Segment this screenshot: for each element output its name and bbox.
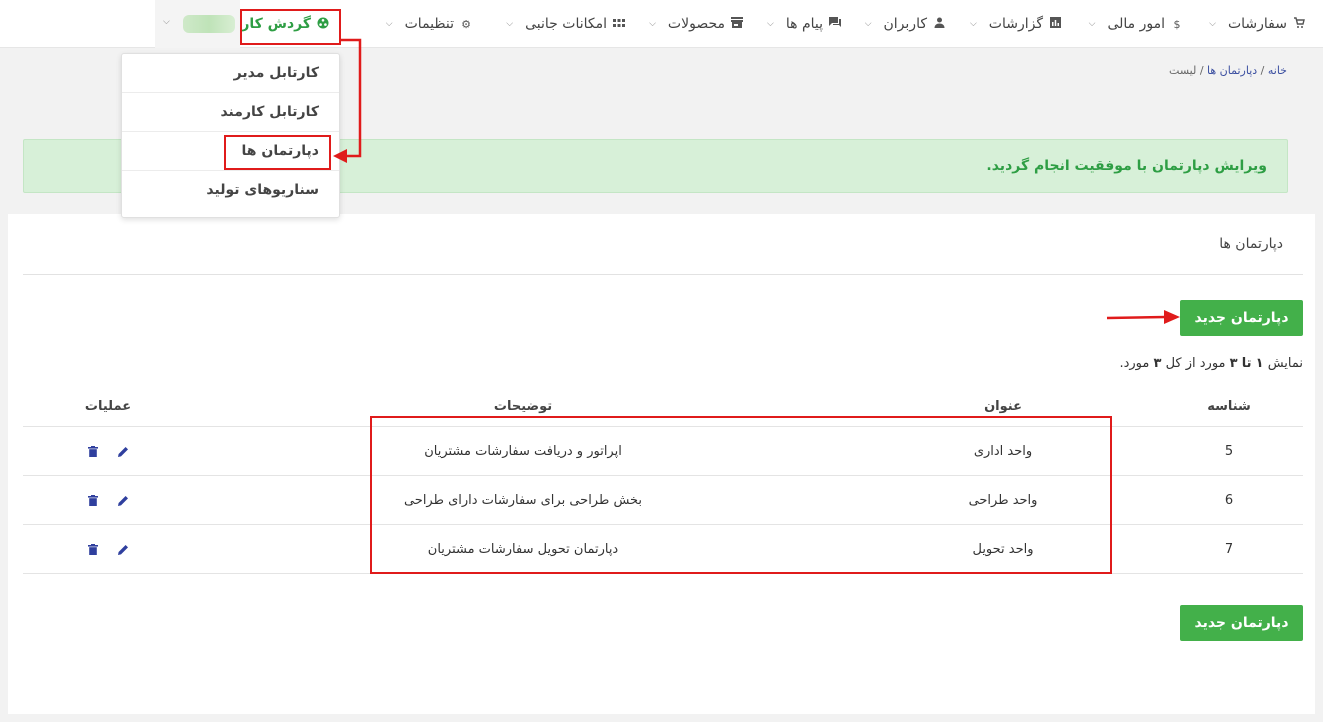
breadcrumb: خانه / دپارتمان ها / لیست: [1169, 64, 1287, 77]
cell-operations: [63, 525, 153, 573]
dropdown-item-manager-inbox[interactable]: کارتابل مدیر: [122, 54, 339, 93]
summary-prefix: نمایش: [1267, 356, 1303, 371]
new-department-button-bottom[interactable]: دپارتمان جدید: [1180, 605, 1303, 641]
user-menu[interactable]: ⌵: [155, 0, 240, 48]
chevron-down-icon: ⌵: [1209, 19, 1216, 29]
gear-icon: ⚙: [461, 17, 471, 31]
store-icon: [731, 17, 743, 31]
nav-item-label: امکانات جانبی: [525, 16, 607, 32]
cart-icon: [1293, 16, 1305, 32]
nav-item-label: تنظیمات: [404, 16, 454, 32]
summary-from: ۱: [1255, 356, 1264, 371]
top-navbar: سفارشات ⌵ $ امور مالی ⌵ گزارشات ⌵ کاربرا…: [0, 0, 1323, 48]
edit-icon[interactable]: [116, 493, 130, 507]
cell-id: 5: [1224, 443, 1234, 459]
summary-total: ۳: [1153, 356, 1162, 371]
nav-item-label: سفارشات: [1227, 16, 1287, 32]
success-alert-message: ویرایش دپارتمان با موفقیت انجام گردید.: [986, 158, 1267, 174]
nav-item-label: گزارشات: [988, 16, 1043, 32]
nav-item-label: کاربران: [883, 16, 927, 32]
summary-suffix: مورد.: [1119, 356, 1150, 371]
chevron-down-icon: ⌵: [1088, 19, 1096, 29]
summary-to-word: تا: [1241, 356, 1252, 371]
cell-operations: [63, 476, 153, 524]
edit-icon[interactable]: [116, 542, 130, 556]
annotation-highlight-workflow: [240, 9, 341, 45]
nav-item-extras[interactable]: امکانات جانبی ⌵: [506, 0, 625, 48]
nav-item-label: امور مالی: [1107, 16, 1165, 32]
card-divider: [23, 274, 1303, 275]
card-title: دپارتمان ها: [1219, 236, 1283, 252]
delete-icon[interactable]: [86, 542, 100, 556]
delete-icon[interactable]: [86, 444, 100, 458]
dropdown-item-production-scenarios[interactable]: سناریوهای تولید: [122, 171, 339, 210]
header-id: شناسه: [1207, 398, 1251, 414]
dropdown-item-employee-inbox[interactable]: کارتابل کارمند: [122, 93, 339, 132]
chevron-down-icon: ⌵: [649, 19, 656, 29]
username-blurred: [183, 15, 235, 33]
cell-id: 6: [1224, 492, 1234, 508]
user-icon: [933, 17, 945, 31]
annotation-highlight-table: [370, 416, 1112, 574]
chevron-down-icon: ⌵: [767, 19, 774, 29]
chevron-down-icon: ⌵: [864, 19, 872, 29]
nav-item-label: پیام ها: [785, 16, 823, 32]
breadcrumb-departments[interactable]: دپارتمان ها: [1207, 64, 1257, 77]
new-department-button-top[interactable]: دپارتمان جدید: [1180, 300, 1303, 336]
header-operations: عملیات: [84, 398, 132, 414]
nav-item-orders[interactable]: سفارشات ⌵: [1209, 0, 1305, 48]
nav-item-reports[interactable]: گزارشات ⌵: [970, 0, 1061, 48]
nav-item-products[interactable]: محصولات ⌵: [649, 0, 743, 48]
chevron-down-icon: ⌵: [163, 17, 170, 27]
nav-item-finance[interactable]: $ امور مالی ⌵: [1089, 0, 1183, 48]
nav-item-users[interactable]: کاربران ⌵: [865, 0, 945, 48]
delete-icon[interactable]: [86, 493, 100, 507]
dollar-icon: $: [1173, 17, 1181, 31]
breadcrumb-separator: /: [1260, 64, 1265, 77]
cell-operations: [63, 427, 153, 475]
nav-item-messages[interactable]: پیام ها ⌵: [767, 0, 841, 48]
breadcrumb-home[interactable]: خانه: [1268, 64, 1287, 77]
grid-icon: [613, 18, 625, 31]
summary-to: ۳: [1229, 356, 1238, 371]
edit-icon[interactable]: [116, 444, 130, 458]
chart-icon: [1049, 17, 1061, 31]
chevron-down-icon: ⌵: [506, 19, 514, 29]
message-icon: [829, 17, 841, 31]
nav-item-settings[interactable]: ⚙ تنظیمات ⌵: [386, 0, 472, 48]
annotation-highlight-departments: [224, 135, 331, 170]
cell-id: 7: [1224, 541, 1234, 557]
chevron-down-icon: ⌵: [969, 19, 977, 29]
nav-item-label: محصولات: [667, 16, 725, 32]
chevron-down-icon: ⌵: [385, 19, 393, 29]
breadcrumb-separator: /: [1199, 64, 1204, 77]
breadcrumb-current: لیست: [1169, 64, 1197, 77]
summary-middle: مورد از کل: [1165, 356, 1226, 371]
pagination-summary: نمایش ۱ تا ۳ مورد از کل ۳ مورد.: [1119, 356, 1303, 371]
